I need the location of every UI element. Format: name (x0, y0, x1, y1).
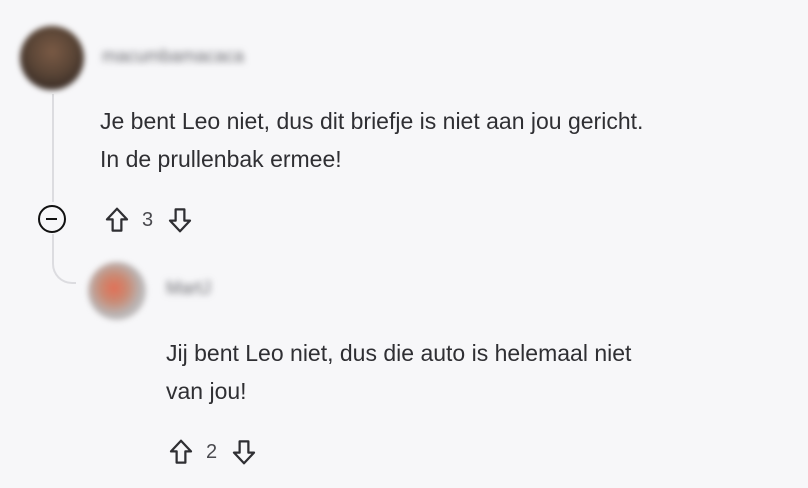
vote-controls: 3 (100, 204, 197, 236)
thread-line (52, 94, 54, 202)
comment-username[interactable]: MartJ (166, 278, 211, 299)
comment-text-line: van jou! (166, 378, 247, 404)
comment-text-line: In de prullenbak ermee! (100, 146, 342, 172)
vote-count: 2 (206, 440, 218, 463)
upvote-button[interactable] (164, 436, 198, 468)
comment-body: Jij bent Leo niet, dus die auto is helem… (166, 334, 786, 410)
vote-count: 3 (142, 208, 154, 231)
comment-body: Je bent Leo niet, dus dit briefje is nie… (100, 102, 800, 178)
comment-username[interactable]: macumbamacaca (102, 46, 244, 67)
comment-text-line: Jij bent Leo niet, dus die auto is helem… (166, 340, 632, 366)
collapse-thread-button[interactable] (38, 205, 66, 233)
arrow-up-icon (169, 439, 193, 464)
vote-controls: 2 (164, 436, 261, 468)
arrow-down-icon (169, 208, 192, 233)
downvote-button[interactable] (163, 204, 197, 236)
thread-connector (52, 234, 76, 284)
upvote-button[interactable] (100, 204, 134, 236)
downvote-button[interactable] (227, 436, 261, 468)
arrow-down-icon (233, 440, 256, 465)
avatar[interactable] (20, 26, 84, 90)
avatar[interactable] (88, 262, 146, 320)
comment-text-line: Je bent Leo niet, dus dit briefje is nie… (100, 108, 644, 134)
arrow-up-icon (105, 207, 129, 232)
